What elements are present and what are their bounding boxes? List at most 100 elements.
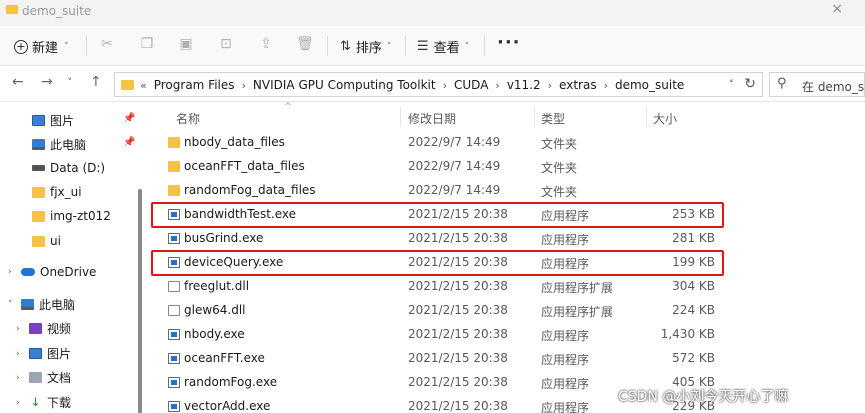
column-divider[interactable] [534,107,535,127]
drive-icon [32,165,45,171]
breadcrumb-item[interactable]: extras [559,78,597,92]
file-date-modified: 2021/2/15 20:38 [408,303,508,317]
recent-locations-icon[interactable]: ˅ [67,76,73,89]
sidebar-item-this-pc-expanded[interactable]: ˅ 此电脑 [8,296,75,313]
chevron-right-icon[interactable]: › [548,79,552,92]
sidebar-item-ui[interactable]: ui [32,234,61,248]
chevron-right-icon[interactable]: › [16,349,24,359]
rename-icon[interactable]: ⊡ [217,35,235,53]
folder-icon [32,235,45,247]
sidebar-item-img-zt012[interactable]: img-zt012 [32,209,111,223]
up-arrow-icon[interactable]: ↑ [90,74,102,90]
sidebar-item-fjx-ui[interactable]: fjx_ui [32,185,82,199]
new-button[interactable]: + 新建 ˅ [14,37,69,56]
file-row[interactable]: freeglut.dll 2021/2/15 20:38 应用程序扩展 304 KB [148,275,865,299]
chevron-down-icon[interactable]: ˅ [729,78,735,91]
close-icon[interactable]: × [831,1,843,17]
chevron-right-icon[interactable]: › [604,79,608,92]
file-row[interactable]: nbody.exe 2021/2/15 20:38 应用程序 1,430 KB [148,323,865,347]
chevron-down-icon[interactable]: ˅ [8,300,16,310]
breadcrumb-item[interactable]: NVIDIA GPU Computing Toolkit [253,78,436,92]
column-header-date[interactable]: 修改日期 [408,110,456,127]
chevron-right-icon[interactable]: › [16,398,24,408]
file-name: vectorAdd.exe [184,399,271,413]
sidebar-item-documents[interactable]: › 文档 [16,369,71,386]
breadcrumb-item[interactable]: v11.2 [507,78,541,92]
sidebar-scrollbar[interactable] [138,189,142,413]
more-options-button[interactable]: ··· [497,32,521,53]
file-row[interactable]: glew64.dll 2021/2/15 20:38 应用程序扩展 224 KB [148,299,865,323]
back-arrow-icon[interactable]: ← [12,74,24,90]
folder-row[interactable]: randomFog_data_files 2022/9/7 14:49 文件夹 [148,179,865,203]
sidebar-item-videos[interactable]: › 视频 [16,320,71,337]
videos-icon [29,323,42,334]
sidebar-item-onedrive[interactable]: › OneDrive [8,265,96,279]
sidebar-item-downloads[interactable]: › ↓ 下载 [16,394,71,411]
window-title: demo_suite [22,4,92,18]
toolbar-divider [327,36,328,56]
sort-button[interactable]: ⇅ 排序 ˅ [340,37,391,56]
sidebar-item-label: 下载 [47,396,72,410]
search-input[interactable]: 在 demo_su [802,78,865,95]
chevron-right-icon[interactable]: › [495,79,499,92]
search-icon: ⚲ [777,76,787,91]
refresh-icon[interactable]: ↻ [744,76,756,92]
file-row[interactable]: bandwidthTest.exe 2021/2/15 20:38 应用程序 253 … [148,203,865,227]
file-size: 199 KB [672,255,715,269]
file-name: oceanFFT.exe [184,351,265,365]
file-name: glew64.dll [184,303,246,317]
file-type: 应用程序 [541,377,590,391]
file-date-modified: 2021/2/15 20:38 [408,351,508,365]
file-type: 应用程序扩展 [541,281,614,295]
column-divider[interactable] [400,107,401,127]
forward-arrow-icon[interactable]: → [41,74,53,90]
application-icon [168,353,180,364]
column-header-name[interactable]: 名称 [176,110,200,127]
file-name: freeglut.dll [184,279,250,293]
chevron-right-icon[interactable]: › [16,373,24,383]
view-button[interactable]: ☰ 查看 ˅ [417,37,469,56]
file-size: 281 KB [672,231,715,245]
sidebar-item-pictures-pc[interactable]: › 图片 [16,345,71,362]
documents-icon [29,372,42,383]
delete-icon[interactable]: 🗑 [296,35,314,53]
breadcrumb-item[interactable]: Program Files [154,78,235,92]
file-date-modified: 2021/2/15 20:38 [408,207,508,221]
chevron-right-icon[interactable]: › [443,79,447,92]
file-row[interactable]: oceanFFT.exe 2021/2/15 20:38 应用程序 572 KB [148,347,865,371]
column-header-size[interactable]: 大小 [653,110,677,127]
sidebar-item-data-drive[interactable]: Data (D:) [32,161,105,175]
address-bar[interactable]: « Program Files › NVIDIA GPU Computing T… [114,72,763,97]
file-row[interactable]: deviceQuery.exe 2021/2/15 20:38 应用程序 199 KB [148,251,865,275]
search-box[interactable]: ⚲ 在 demo_su [769,72,865,97]
downloads-icon: ↓ [30,395,41,409]
breadcrumb-item[interactable]: CUDA [454,78,488,92]
sidebar-item-pictures[interactable]: 图片 [32,112,74,129]
folder-row[interactable]: oceanFFT_data_files 2022/9/7 14:49 文件夹 [148,155,865,179]
chevron-right-icon[interactable]: › [16,324,24,334]
folder-icon [168,185,180,196]
chevron-right-icon[interactable]: › [8,267,16,277]
view-button-label: 查看 [433,41,460,56]
toolbar-divider [484,36,485,56]
folder-row[interactable]: nbody_data_files 2022/9/7 14:49 文件夹 [148,131,865,155]
share-icon[interactable]: ⇪ [257,35,275,53]
paste-icon[interactable]: ▣ [177,35,195,53]
file-date-modified: 2022/9/7 14:49 [408,183,501,197]
sidebar-item-label: 图片 [50,114,75,128]
column-divider[interactable] [646,107,647,127]
view-icon: ☰ [417,39,429,54]
file-name: randomFog_data_files [184,183,316,197]
copy-icon[interactable]: ❐ [138,35,156,53]
dll-file-icon [168,305,180,316]
file-name: oceanFFT_data_files [184,159,305,173]
breadcrumb-item[interactable]: demo_suite [615,78,684,92]
column-header-type[interactable]: 类型 [541,110,565,127]
cut-icon[interactable]: ✂ [98,35,116,53]
overflow-crumbs-icon[interactable]: « [140,79,147,92]
application-icon [168,209,180,220]
file-row[interactable]: busGrind.exe 2021/2/15 20:38 应用程序 281 KB [148,227,865,251]
application-icon [168,377,180,388]
sidebar-item-this-pc[interactable]: 此电脑 [32,136,86,153]
chevron-right-icon[interactable]: › [242,79,246,92]
